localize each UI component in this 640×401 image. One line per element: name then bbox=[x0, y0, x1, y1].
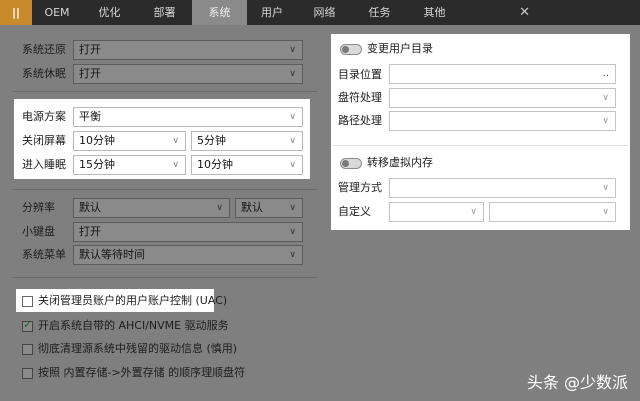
divider bbox=[333, 145, 628, 146]
manage-mode-select[interactable]: ∨ bbox=[389, 178, 616, 198]
chevron-down-icon: ∨ bbox=[289, 136, 296, 146]
resolution-value: 默认 bbox=[79, 201, 101, 214]
custom-size-select[interactable]: ∨ bbox=[489, 202, 616, 222]
clean-driver-label: 彻底清理源系统中残留的驱动信息 (慎用) bbox=[38, 342, 238, 355]
tab-oem[interactable]: OEM bbox=[32, 0, 82, 25]
sleep-dc-value: 10分钟 bbox=[197, 158, 233, 171]
chevron-down-icon: ∨ bbox=[289, 160, 296, 170]
resolution-extra-value: 默认 bbox=[241, 201, 263, 214]
virtual-memory-toggle[interactable] bbox=[340, 158, 362, 169]
uac-checkbox[interactable] bbox=[22, 296, 33, 307]
clean-driver-checkbox[interactable] bbox=[22, 344, 33, 355]
tab-bar: || OEM 优化 部署 系统 用户 网络 任务 其他 ✕ bbox=[0, 0, 640, 25]
tab-optimize[interactable]: 优化 bbox=[82, 0, 137, 25]
system-menu-value: 默认等待时间 bbox=[79, 248, 145, 261]
ahci-checkbox[interactable] bbox=[22, 318, 33, 332]
drive-order-checkbox[interactable] bbox=[22, 368, 33, 379]
dir-location-input[interactable]: .. bbox=[389, 64, 616, 84]
tab-system[interactable]: 系统 bbox=[192, 0, 247, 25]
tab-deploy[interactable]: 部署 bbox=[137, 0, 192, 25]
screen-off-ac-value: 10分钟 bbox=[79, 134, 115, 147]
dir-location-label: 目录位置 bbox=[338, 68, 382, 81]
keypad-label: 小键盘 bbox=[22, 225, 55, 238]
browse-button[interactable]: .. bbox=[603, 65, 609, 83]
keypad-value: 打开 bbox=[79, 225, 101, 238]
keypad-select[interactable]: 打开 ∨ bbox=[73, 222, 303, 242]
watermark: 头条 @少数派 bbox=[526, 373, 628, 392]
chevron-down-icon: ∨ bbox=[172, 160, 179, 170]
hibernate-value: 打开 bbox=[79, 67, 101, 80]
system-menu-label: 系统菜单 bbox=[22, 248, 66, 261]
hibernate-label: 系统休眠 bbox=[22, 67, 66, 80]
custom-drive-select[interactable]: ∨ bbox=[389, 202, 484, 222]
close-icon[interactable]: ✕ bbox=[462, 0, 540, 25]
ahci-label: 开启系统自带的 AHCI/NVME 驱动服务 bbox=[38, 319, 229, 332]
chevron-down-icon: ∨ bbox=[289, 112, 296, 122]
power-plan-label: 电源方案 bbox=[22, 110, 66, 123]
hibernate-select[interactable]: 打开 ∨ bbox=[73, 64, 303, 84]
tab-network[interactable]: 网络 bbox=[297, 0, 352, 25]
virtual-memory-toggle-label: 转移虚拟内存 bbox=[367, 156, 433, 169]
screen-off-label: 关闭屏幕 bbox=[22, 134, 66, 147]
power-plan-value: 平衡 bbox=[79, 110, 101, 123]
sleep-label: 进入睡眠 bbox=[22, 158, 66, 171]
path-handling-select[interactable]: ∨ bbox=[389, 111, 616, 131]
tab-other[interactable]: 其他 bbox=[407, 0, 462, 25]
chevron-down-icon: ∨ bbox=[470, 207, 477, 217]
screen-off-dc-select[interactable]: 5分钟 ∨ bbox=[191, 131, 303, 151]
user-dir-toggle-label: 变更用户目录 bbox=[367, 42, 433, 55]
chevron-down-icon: ∨ bbox=[289, 227, 296, 237]
sleep-ac-value: 15分钟 bbox=[79, 158, 115, 171]
system-panel: 系统还原 打开 ∨ 系统休眠 打开 ∨ 电源方案 平衡 ∨ 关闭屏幕 10分钟 … bbox=[0, 25, 640, 401]
drive-handling-label: 盘符处理 bbox=[338, 91, 382, 104]
uac-label: 关闭管理员账户的用户账户控制 (UAC) bbox=[38, 294, 228, 307]
chevron-down-icon: ∨ bbox=[216, 203, 223, 213]
chevron-down-icon: ∨ bbox=[289, 45, 296, 55]
power-plan-select[interactable]: 平衡 ∨ bbox=[73, 107, 303, 127]
chevron-down-icon: ∨ bbox=[172, 136, 179, 146]
restore-select[interactable]: 打开 ∨ bbox=[73, 40, 303, 60]
custom-label: 自定义 bbox=[338, 205, 371, 218]
resolution-label: 分辨率 bbox=[22, 201, 55, 214]
divider bbox=[12, 189, 317, 190]
drive-order-label: 按照 内置存储->外置存储 的顺序理顺盘符 bbox=[38, 366, 246, 379]
sleep-ac-select[interactable]: 15分钟 ∨ bbox=[73, 155, 186, 175]
chevron-down-icon: ∨ bbox=[602, 183, 609, 193]
resolution-select[interactable]: 默认 ∨ bbox=[73, 198, 230, 218]
chevron-down-icon: ∨ bbox=[602, 116, 609, 126]
restore-label: 系统还原 bbox=[22, 43, 66, 56]
tab-tasks[interactable]: 任务 bbox=[352, 0, 407, 25]
chevron-down-icon: ∨ bbox=[289, 203, 296, 213]
path-handling-label: 路径处理 bbox=[338, 114, 382, 127]
screen-off-dc-value: 5分钟 bbox=[197, 134, 226, 147]
manage-mode-label: 管理方式 bbox=[338, 181, 382, 194]
chevron-down-icon: ∨ bbox=[289, 250, 296, 260]
tab-user[interactable]: 用户 bbox=[247, 0, 297, 25]
tab-menu[interactable]: || bbox=[0, 0, 32, 25]
system-menu-select[interactable]: 默认等待时间 ∨ bbox=[73, 245, 303, 265]
divider bbox=[12, 277, 317, 278]
sleep-dc-select[interactable]: 10分钟 ∨ bbox=[191, 155, 303, 175]
divider bbox=[12, 91, 317, 92]
user-dir-toggle[interactable] bbox=[340, 44, 362, 55]
chevron-down-icon: ∨ bbox=[289, 69, 296, 79]
chevron-down-icon: ∨ bbox=[602, 93, 609, 103]
drive-handling-select[interactable]: ∨ bbox=[389, 88, 616, 108]
chevron-down-icon: ∨ bbox=[602, 207, 609, 217]
restore-value: 打开 bbox=[79, 43, 101, 56]
resolution-extra-select[interactable]: 默认 ∨ bbox=[235, 198, 303, 218]
screen-off-ac-select[interactable]: 10分钟 ∨ bbox=[73, 131, 186, 151]
